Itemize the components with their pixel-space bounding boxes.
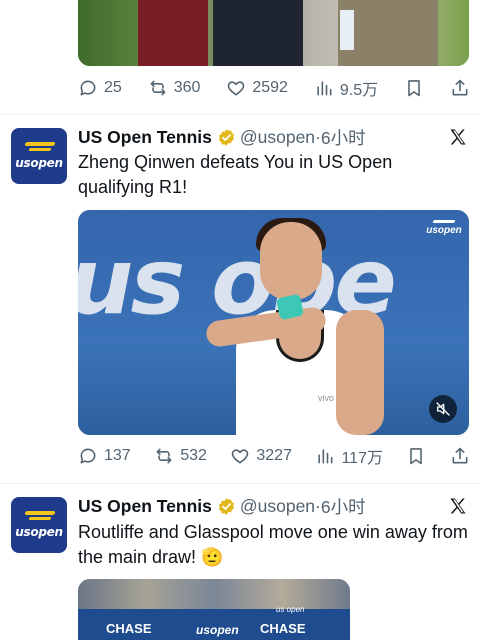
author-handle[interactable]: @usopen bbox=[240, 127, 315, 148]
tweet-header: US Open Tennis @usopen · 6小时 bbox=[78, 125, 470, 149]
avatar[interactable]: usopen bbox=[11, 497, 67, 553]
tweet-actions: 137 532 3227 117万 bbox=[78, 444, 470, 468]
author-name[interactable]: US Open Tennis bbox=[78, 127, 212, 148]
mute-icon bbox=[436, 402, 450, 416]
author-name[interactable]: US Open Tennis bbox=[78, 496, 212, 517]
retweet-icon bbox=[150, 80, 166, 96]
views-count: 9.5万 bbox=[339, 82, 379, 99]
views-button[interactable]: 117万 bbox=[315, 444, 383, 468]
bookmark-icon bbox=[410, 448, 423, 465]
share-button[interactable] bbox=[450, 76, 470, 100]
reply-icon bbox=[80, 80, 96, 96]
tweet-text: Routliffe and Glasspool move one win awa… bbox=[78, 522, 468, 567]
retweet-button[interactable]: 532 bbox=[154, 444, 207, 468]
share-icon bbox=[452, 447, 468, 464]
retweet-icon bbox=[156, 448, 172, 464]
like-icon bbox=[232, 449, 249, 464]
share-icon bbox=[452, 79, 468, 96]
tweet-video[interactable]: us ope usopen vivo bbox=[78, 210, 469, 435]
share-button[interactable] bbox=[450, 444, 470, 468]
avatar-logo-stripe bbox=[28, 148, 52, 151]
like-icon bbox=[228, 81, 245, 96]
like-count: 2592 bbox=[252, 79, 288, 96]
video-watermark: usopen bbox=[425, 220, 463, 236]
person-figure bbox=[213, 0, 303, 66]
image-stands bbox=[78, 579, 350, 613]
person-figure bbox=[138, 0, 208, 66]
tweet-divider bbox=[0, 114, 480, 115]
verified-badge-icon bbox=[218, 128, 234, 146]
watermark-text: usopen bbox=[426, 225, 462, 236]
like-button[interactable]: 2592 bbox=[226, 76, 288, 100]
reply-button[interactable]: 137 bbox=[78, 444, 131, 468]
sponsor-text-left: CHASE bbox=[106, 621, 152, 636]
retweet-count: 360 bbox=[173, 79, 201, 96]
tweet-header: US Open Tennis @usopen · 6小时 bbox=[78, 494, 470, 518]
previous-tweet-media[interactable] bbox=[78, 0, 469, 66]
tweet-image[interactable]: CHASE usopen us open CHASE bbox=[78, 579, 350, 640]
retweet-count: 532 bbox=[180, 447, 207, 464]
avatar-logo-stripe bbox=[28, 517, 52, 520]
avatar-logo-stripe bbox=[24, 511, 56, 515]
reply-button[interactable]: 25 bbox=[78, 76, 122, 100]
views-button[interactable]: 9.5万 bbox=[314, 76, 378, 100]
bookmark-icon bbox=[408, 80, 420, 97]
shirt-brand: vivo bbox=[318, 393, 335, 403]
views-icon bbox=[317, 81, 332, 96]
bookmark-button[interactable] bbox=[406, 444, 426, 468]
lanyard-badge bbox=[340, 10, 354, 50]
retweet-button[interactable]: 360 bbox=[148, 76, 201, 100]
tweet-text: Zheng Qinwen defeats You in US Open qual… bbox=[78, 152, 393, 197]
previous-tweet-actions: 25 360 2592 9.5万 bbox=[78, 76, 470, 100]
mute-button[interactable] bbox=[429, 395, 457, 423]
avatar-logo-text: usopen bbox=[15, 525, 63, 539]
like-count: 3227 bbox=[256, 447, 292, 464]
like-button[interactable]: 3227 bbox=[230, 444, 292, 468]
image-logo-small: us open bbox=[276, 605, 305, 614]
image-logo: usopen bbox=[196, 623, 239, 637]
watermark-stripe bbox=[432, 220, 456, 223]
tweet-time[interactable]: 6小时 bbox=[321, 494, 366, 519]
player-head bbox=[260, 222, 322, 300]
x-logo-icon[interactable] bbox=[448, 496, 468, 516]
reply-icon bbox=[80, 448, 96, 464]
verified-badge-icon bbox=[218, 497, 234, 515]
avatar-logo-text: usopen bbox=[15, 156, 63, 170]
author-handle[interactable]: @usopen bbox=[240, 496, 315, 517]
player-arm bbox=[336, 310, 384, 435]
views-icon bbox=[318, 449, 333, 464]
avatar[interactable]: usopen bbox=[11, 128, 67, 184]
tweet-divider bbox=[0, 483, 480, 484]
sponsor-text-right: CHASE bbox=[260, 621, 306, 636]
tweet-time[interactable]: 6小时 bbox=[321, 125, 366, 150]
reply-count: 137 bbox=[104, 447, 131, 464]
reply-count: 25 bbox=[104, 79, 122, 96]
x-logo-icon[interactable] bbox=[448, 127, 468, 147]
views-count: 117万 bbox=[341, 450, 383, 467]
avatar-logo-stripe bbox=[24, 142, 56, 146]
bookmark-button[interactable] bbox=[404, 76, 424, 100]
